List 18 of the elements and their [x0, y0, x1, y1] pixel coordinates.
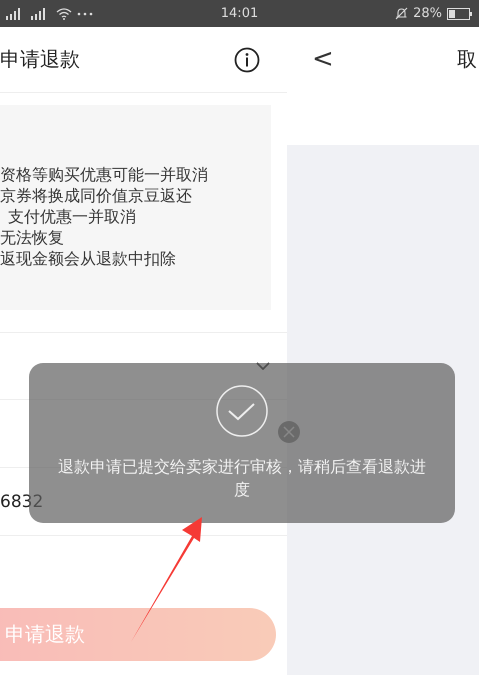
- page-title: 申请退款: [0, 46, 80, 73]
- wifi-icon: [56, 8, 72, 20]
- checkmark-icon: [216, 385, 268, 437]
- battery-percent: 28%: [413, 6, 442, 21]
- notice-line: 资格等购买优惠可能一并取消: [0, 164, 209, 185]
- info-icon[interactable]: [234, 46, 260, 72]
- more-icon: [77, 12, 93, 16]
- notice-line: 京券将换成同价值京豆返还: [0, 185, 193, 206]
- notice-line: 无法恢复: [0, 227, 65, 248]
- page-title: 取: [457, 46, 478, 73]
- field-value: 6832: [0, 492, 44, 512]
- toast-message: 退款申请已提交给卖家进行审核，请稍后查看退款进度: [57, 456, 427, 501]
- notice-line: 返现金额会从退款中扣除: [0, 248, 177, 269]
- back-button[interactable]: <: [312, 44, 334, 74]
- bell-off-icon: [395, 7, 408, 20]
- clock-time: 14:01: [220, 6, 258, 21]
- battery-icon: [447, 8, 473, 20]
- notice-line: 支付优惠一并取消: [7, 206, 137, 227]
